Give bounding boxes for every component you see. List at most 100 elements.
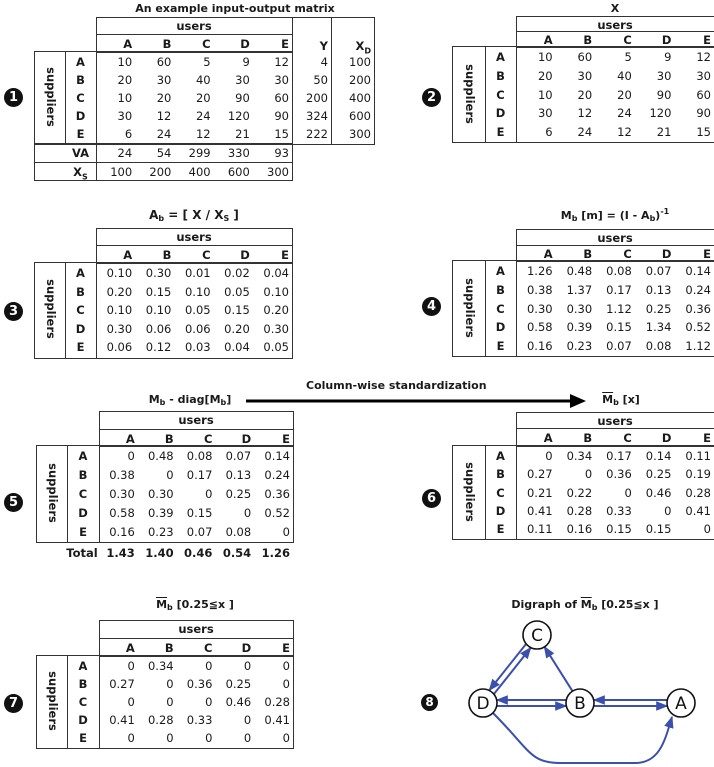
edge-c-to-d [488,643,527,692]
matrix-cell: 21 [235,127,250,141]
matrix-cell: 0.15 [606,320,632,335]
matrix-cell: 0.23 [147,524,174,539]
node-label: A [675,694,687,714]
matrix-cell: 0.46 [225,695,252,709]
matrix-cell: 0.58 [526,320,553,335]
matrix-cell: 30 [577,68,593,83]
matrix-cell: 0 [282,524,290,539]
row-label: D [75,109,86,123]
matrix-cell: 0.17 [186,468,213,483]
matrix-cell: 0.28 [685,485,711,500]
matrix-cell: 0.30 [145,266,172,281]
xs-main: X [73,165,83,179]
matrix-cell: 0.27 [109,677,135,691]
matrix-cell: 0 [205,695,213,709]
matrix-cell: 90 [274,109,289,123]
matrix-cell: 0 [243,659,252,673]
matrix-cell: 30 [156,73,172,87]
matrix-cell: 30 [696,68,711,83]
matrix-cell: 0.08 [606,264,632,279]
matrix-cell: 0 [664,503,672,518]
matrix-cell: 10 [117,91,133,105]
matrix-cell: 5 [203,55,211,69]
matrix-cell: 24 [156,127,172,141]
suppliers-label: suppliers [43,279,58,340]
suppliers-label: suppliers [462,461,477,522]
row-label: E [496,124,505,139]
matrix-cell: 10 [537,50,553,65]
matrix-cell: 0.05 [184,303,211,318]
matrix-cell: 0 [703,521,711,536]
matrix-cell: 40 [195,73,211,87]
matrix-cell: 0.30 [106,321,133,336]
suppliers-label: suppliers [43,67,58,127]
matrix-cell: 0.17 [606,282,632,297]
matrix-cell: 20 [617,87,632,102]
row-label: E [79,731,87,745]
matrix-cell: 0 [127,449,135,464]
matrix-cell: 0.15 [645,521,672,536]
matrix-cell: 0.14 [685,264,711,279]
output-cell: 300 [349,127,371,141]
matrix-cell: 0 [127,695,135,709]
matrix-cell: 0.41 [526,503,553,518]
matrix-cell: 0.16 [109,524,135,539]
matrix-cell: 120 [649,106,672,121]
row-label: B [76,73,85,87]
suppliers-label: suppliers [462,63,477,124]
matrix-cell: 0.30 [147,487,174,501]
matrix-cell: 0.25 [645,301,672,316]
matrix-cell: 0 [282,659,290,673]
matrix-cell: 0.21 [526,485,553,500]
matrix-cell: 0.25 [645,467,672,482]
users-label: users [597,18,633,32]
matrix-cell: 0.15 [224,303,250,318]
matrix-cell: 0 [545,449,553,464]
matrix-cell: 0.07 [225,449,252,464]
matrix-cell: 30 [235,73,250,87]
matrix-cell: 0 [166,731,174,745]
row-label: B [496,467,505,482]
matrix-cell: 120 [227,109,250,123]
matrix-cell: 0.07 [606,338,632,353]
matrix-cell: 0.46 [645,485,672,500]
row-label: D [78,505,88,520]
matrix-cell: 0 [282,677,290,691]
matrix-cell: 0.23 [566,338,593,353]
total-cell: 1.40 [145,546,174,560]
node-label: D [476,694,489,714]
matrix-cell: 60 [696,87,711,102]
xs-label: XS [65,163,96,186]
suppliers-label: suppliers [462,277,477,338]
matrix-cell: 10 [537,87,553,102]
users-label: users [176,230,212,244]
matrix-cell: 40 [617,68,632,83]
matrix-cell: 20 [117,73,133,87]
users-label: users [176,19,212,33]
matrix-cell: 0.22 [566,485,593,500]
total-cell: 1.26 [261,546,290,560]
matrix-cell: 15 [274,127,289,141]
final-demand-cell: 50 [313,73,328,87]
matrix-cell: 20 [195,91,211,105]
matrix-cell: 21 [656,124,672,139]
matrix-cell: 0.28 [566,503,593,518]
output-cell: 100 [349,55,371,69]
row-label: C [76,303,85,318]
matrix-cell: 0.30 [109,487,135,501]
matrix-cell: 0.38 [526,282,553,297]
row-label: A [78,449,88,464]
suppliers-label: suppliers [45,463,60,523]
matrix-cell: 0.34 [566,449,593,464]
va-cell: 330 [227,146,250,160]
row-label: C [78,487,88,501]
row-label: B [76,284,85,299]
matrix-cell: 0.15 [145,284,172,299]
matrix-cell: 60 [577,50,593,65]
matrix-cell: 0.11 [526,521,553,536]
matrix-cell: 0.36 [186,677,213,691]
matrix-cell: 0.39 [566,320,593,335]
matrix-cell: 0.10 [106,266,133,281]
matrix-cell: 0.10 [145,303,172,318]
matrix-cell: 0.05 [224,284,250,299]
